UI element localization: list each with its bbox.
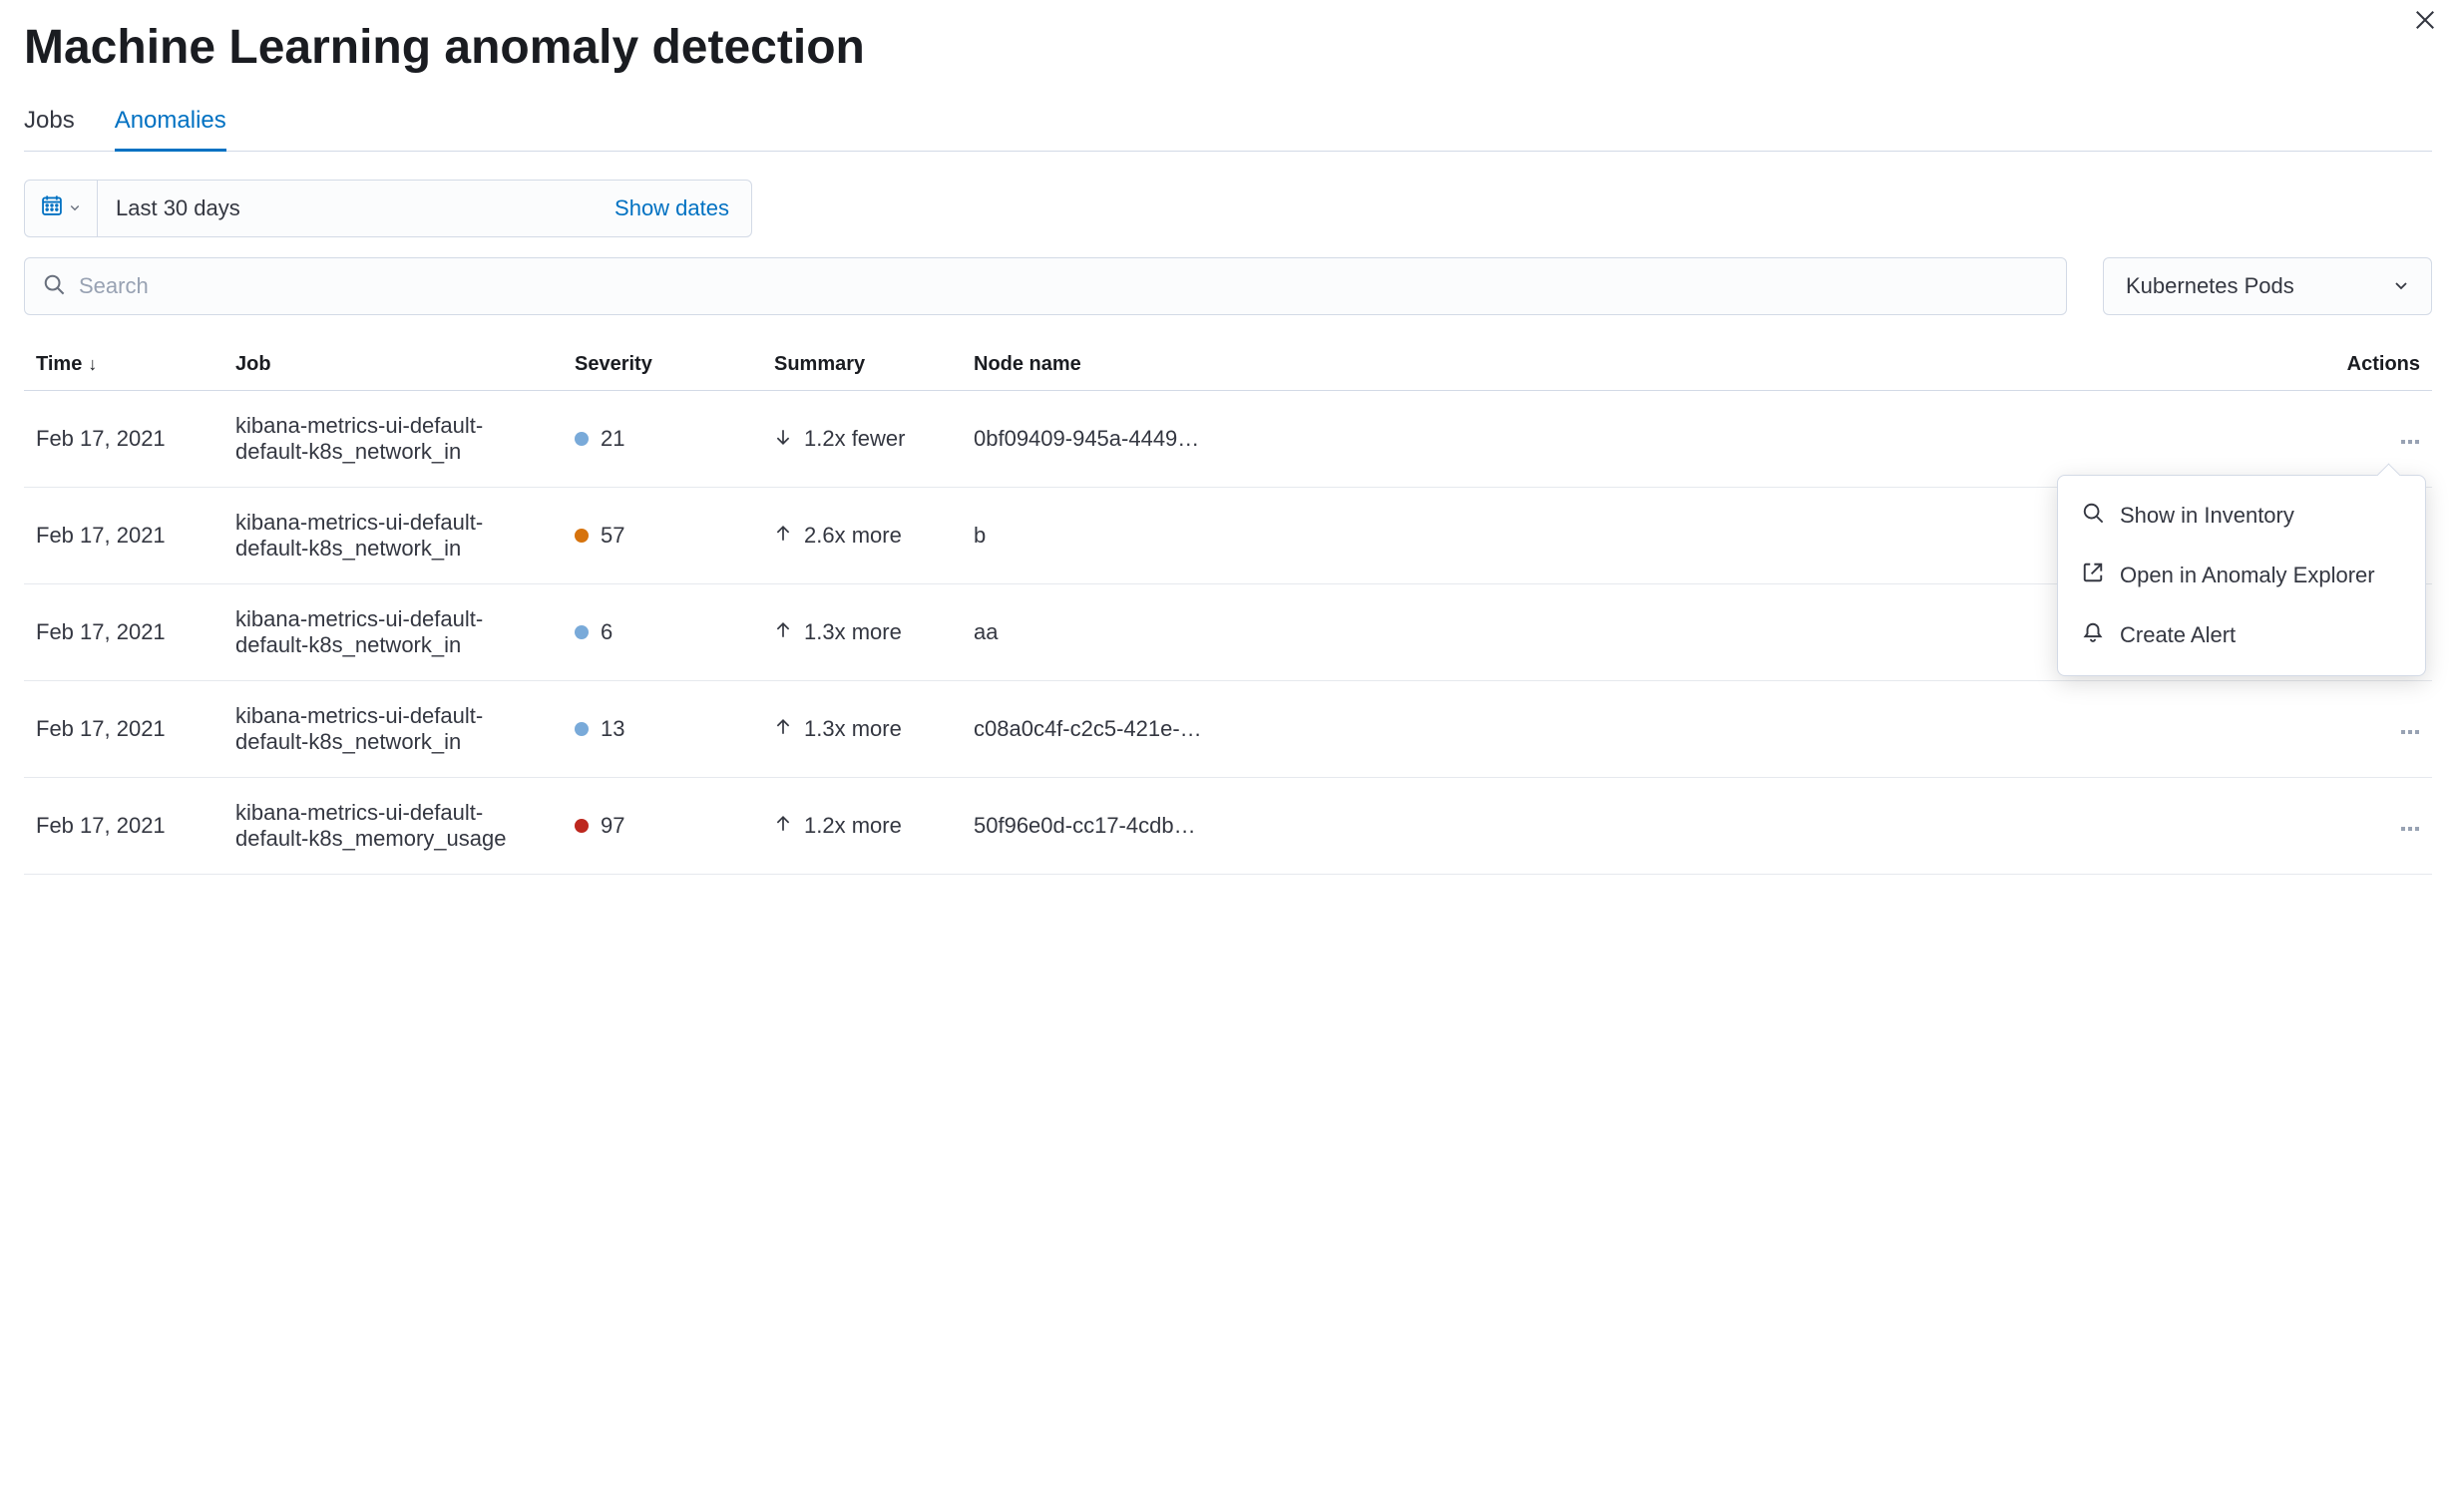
chevron-down-icon [2393, 273, 2409, 299]
summary-text: 2.6x more [804, 523, 902, 549]
popover-item-label: Show in Inventory [2120, 503, 2294, 529]
column-header-summary[interactable]: Summary [762, 339, 962, 391]
chevron-down-icon [69, 200, 81, 216]
bell-icon [2082, 621, 2104, 649]
row-actions-button[interactable] [2400, 435, 2420, 449]
arrow-up-icon [774, 619, 792, 645]
search-box [24, 257, 2067, 315]
cell-summary: 1.2x fewer [762, 391, 962, 488]
severity-dot-icon [575, 529, 589, 543]
cell-node-name: 50f96e0d-cc17-4cdb… [962, 778, 2335, 875]
summary-text: 1.3x more [804, 716, 902, 742]
search-icon [2082, 502, 2104, 530]
arrow-down-icon [774, 426, 792, 452]
summary-text: 1.2x more [804, 813, 902, 839]
column-header-job[interactable]: Job [223, 339, 563, 391]
popover-item-label: Create Alert [2120, 622, 2236, 648]
cell-time: Feb 17, 2021 [24, 391, 223, 488]
severity-value: 97 [601, 813, 624, 839]
cell-node-name: c08a0c4f-c2c5-421e-… [962, 681, 2335, 778]
popout-icon [2082, 562, 2104, 589]
table-row: Feb 17, 2021 kibana-metrics-ui-default-d… [24, 681, 2432, 778]
severity-dot-icon [575, 722, 589, 736]
cell-severity: 13 [563, 681, 762, 778]
severity-value: 21 [601, 426, 624, 452]
cell-summary: 1.3x more [762, 584, 962, 681]
popover-open-explorer[interactable]: Open in Anomaly Explorer [2058, 546, 2425, 605]
severity-dot-icon [575, 625, 589, 639]
row-actions-button[interactable] [2400, 725, 2420, 739]
pods-dropdown[interactable]: Kubernetes Pods [2103, 257, 2432, 315]
table-row: Feb 17, 2021 kibana-metrics-ui-default-d… [24, 778, 2432, 875]
close-button[interactable] [2414, 8, 2436, 36]
cell-job: kibana-metrics-ui-default-default-k8s_ne… [223, 584, 563, 681]
popover-item-label: Open in Anomaly Explorer [2120, 563, 2375, 588]
cell-summary: 2.6x more [762, 488, 962, 584]
tabs: Jobs Anomalies [24, 99, 2432, 152]
arrow-up-icon [774, 523, 792, 549]
cell-time: Feb 17, 2021 [24, 584, 223, 681]
cell-time: Feb 17, 2021 [24, 681, 223, 778]
severity-value: 13 [601, 716, 624, 742]
column-header-node[interactable]: Node name [962, 339, 2335, 391]
cell-summary: 1.2x more [762, 778, 962, 875]
severity-dot-icon [575, 819, 589, 833]
cell-time: Feb 17, 2021 [24, 488, 223, 584]
popover-create-alert[interactable]: Create Alert [2058, 605, 2425, 665]
dropdown-selected: Kubernetes Pods [2126, 273, 2294, 299]
severity-value: 6 [601, 619, 613, 645]
page-title: Machine Learning anomaly detection [24, 0, 2432, 99]
date-picker: Last 30 days Show dates [24, 180, 752, 237]
cell-job: kibana-metrics-ui-default-default-k8s_ne… [223, 681, 563, 778]
cell-node-name: 0bf09409-945a-4449… [962, 391, 2335, 488]
search-icon [43, 273, 65, 300]
search-input[interactable] [79, 273, 2048, 299]
cell-job: kibana-metrics-ui-default-default-k8s_ne… [223, 488, 563, 584]
date-range-label[interactable]: Last 30 days [98, 195, 593, 221]
severity-dot-icon [575, 432, 589, 446]
severity-value: 57 [601, 523, 624, 549]
popover-show-inventory[interactable]: Show in Inventory [2058, 486, 2425, 546]
sort-desc-icon: ↓ [88, 354, 97, 374]
row-actions-button[interactable] [2400, 822, 2420, 836]
calendar-icon [41, 194, 63, 222]
tab-anomalies[interactable]: Anomalies [115, 99, 226, 152]
column-header-time[interactable]: Time↓ [24, 339, 223, 391]
cell-time: Feb 17, 2021 [24, 778, 223, 875]
cell-severity: 97 [563, 778, 762, 875]
cell-severity: 57 [563, 488, 762, 584]
table-row: Feb 17, 2021 kibana-metrics-ui-default-d… [24, 391, 2432, 488]
summary-text: 1.3x more [804, 619, 902, 645]
arrow-up-icon [774, 716, 792, 742]
column-header-severity[interactable]: Severity [563, 339, 762, 391]
cell-job: kibana-metrics-ui-default-default-k8s_ne… [223, 391, 563, 488]
cell-summary: 1.3x more [762, 681, 962, 778]
column-header-actions: Actions [2335, 339, 2432, 391]
cell-job: kibana-metrics-ui-default-default-k8s_me… [223, 778, 563, 875]
tab-jobs[interactable]: Jobs [24, 99, 75, 152]
summary-text: 1.2x fewer [804, 426, 906, 452]
cell-severity: 21 [563, 391, 762, 488]
show-dates-link[interactable]: Show dates [593, 195, 751, 221]
arrow-up-icon [774, 813, 792, 839]
date-picker-button[interactable] [25, 181, 98, 236]
cell-severity: 6 [563, 584, 762, 681]
actions-popover: Show in Inventory Open in Anomaly Explor… [2057, 475, 2426, 676]
